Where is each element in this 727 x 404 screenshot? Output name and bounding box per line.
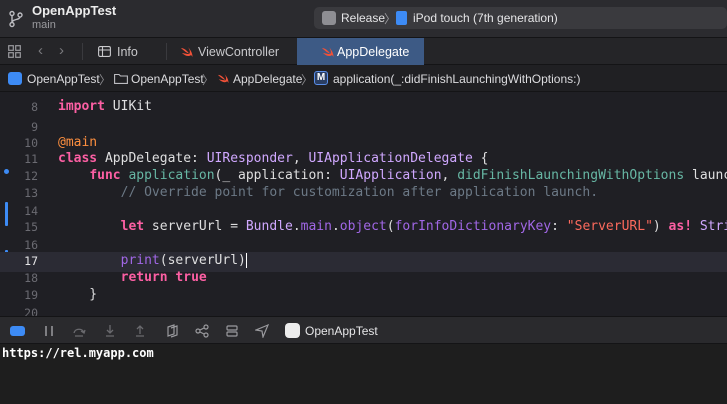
forward-arrow-icon[interactable]: › — [59, 42, 64, 59]
method-icon: M — [314, 71, 328, 85]
location-icon[interactable] — [255, 324, 269, 338]
debug-process-label[interactable]: OpenAppTest — [305, 324, 378, 338]
tab-label: Info — [117, 45, 138, 59]
branch-icon — [9, 10, 23, 28]
swift-icon — [322, 47, 334, 57]
step-into-icon[interactable] — [103, 324, 117, 338]
pause-icon[interactable] — [42, 324, 56, 338]
grid-icon[interactable] — [8, 45, 21, 58]
chevron-right-icon: 〉 — [99, 73, 112, 87]
breadcrumb: OpenAppTest 〉 OpenAppTest 〉 AppDelegate … — [0, 65, 727, 92]
project-title[interactable]: OpenAppTest — [32, 3, 116, 18]
debug-bar: OpenAppTest — [0, 316, 727, 344]
breadcrumb-project[interactable]: OpenAppTest — [27, 72, 100, 86]
breadcrumb-file[interactable]: AppDelegate — [233, 72, 302, 86]
swift-icon — [181, 47, 193, 57]
chevron-right-icon: 〉 — [301, 73, 314, 87]
tab-info[interactable]: Info — [85, 38, 165, 65]
tab-label: ViewController — [198, 45, 280, 59]
environment-overrides-icon[interactable] — [225, 324, 239, 338]
tab-viewcontroller[interactable]: ViewController — [167, 38, 297, 65]
code-line: 8 import UIKit — [31, 99, 152, 114]
app-icon — [285, 323, 300, 338]
code-line: 20 — [24, 306, 38, 316]
scheme-label[interactable]: Release — [341, 11, 385, 25]
device-icon — [396, 11, 407, 25]
title-bar: OpenAppTest main Release 〉 iPod touch (7… — [0, 0, 727, 38]
folder-icon — [114, 73, 128, 84]
view-hierarchy-icon[interactable] — [165, 324, 179, 338]
breadcrumb-method[interactable]: application(_:didFinishLaunchingWithOpti… — [333, 72, 580, 86]
device-label[interactable]: iPod touch (7th generation) — [413, 11, 558, 25]
scheme-icon — [322, 11, 336, 25]
text-cursor — [245, 253, 247, 268]
console-output: https://rel.myapp.com — [2, 346, 154, 360]
chevron-right-icon: 〉 — [384, 12, 397, 26]
info-table-icon — [98, 46, 111, 57]
swift-icon — [217, 73, 229, 84]
console-area[interactable]: https://rel.myapp.com — [0, 344, 727, 404]
memory-graph-icon[interactable] — [195, 324, 209, 338]
tab-bar: ‹ › Info ViewController AppDelegate — [0, 38, 727, 65]
tab-divider — [82, 43, 83, 60]
tab-appdelegate[interactable]: AppDelegate — [297, 38, 424, 65]
back-arrow-icon[interactable]: ‹ — [38, 42, 43, 59]
breadcrumb-group[interactable]: OpenAppTest — [131, 72, 204, 86]
step-out-icon[interactable] — [133, 324, 147, 338]
tab-label: AppDelegate — [337, 45, 410, 59]
xcode-project-icon — [8, 72, 22, 85]
branch-name: main — [32, 19, 56, 31]
scheme-selector[interactable]: Release 〉 iPod touch (7th generation) — [314, 7, 727, 29]
debug-area-toggle-icon[interactable] — [10, 326, 25, 336]
code-line: 15 let serverUrl = Bundle.main.object(fo… — [24, 219, 727, 234]
step-over-icon[interactable] — [72, 324, 86, 338]
chevron-right-icon: 〉 — [202, 73, 215, 87]
code-line: 13 // Override point for customization a… — [24, 185, 599, 200]
code-editor[interactable]: 8 import UIKit 9 10 @main 11 class AppDe… — [0, 92, 727, 316]
code-line: 19 } — [24, 287, 98, 302]
